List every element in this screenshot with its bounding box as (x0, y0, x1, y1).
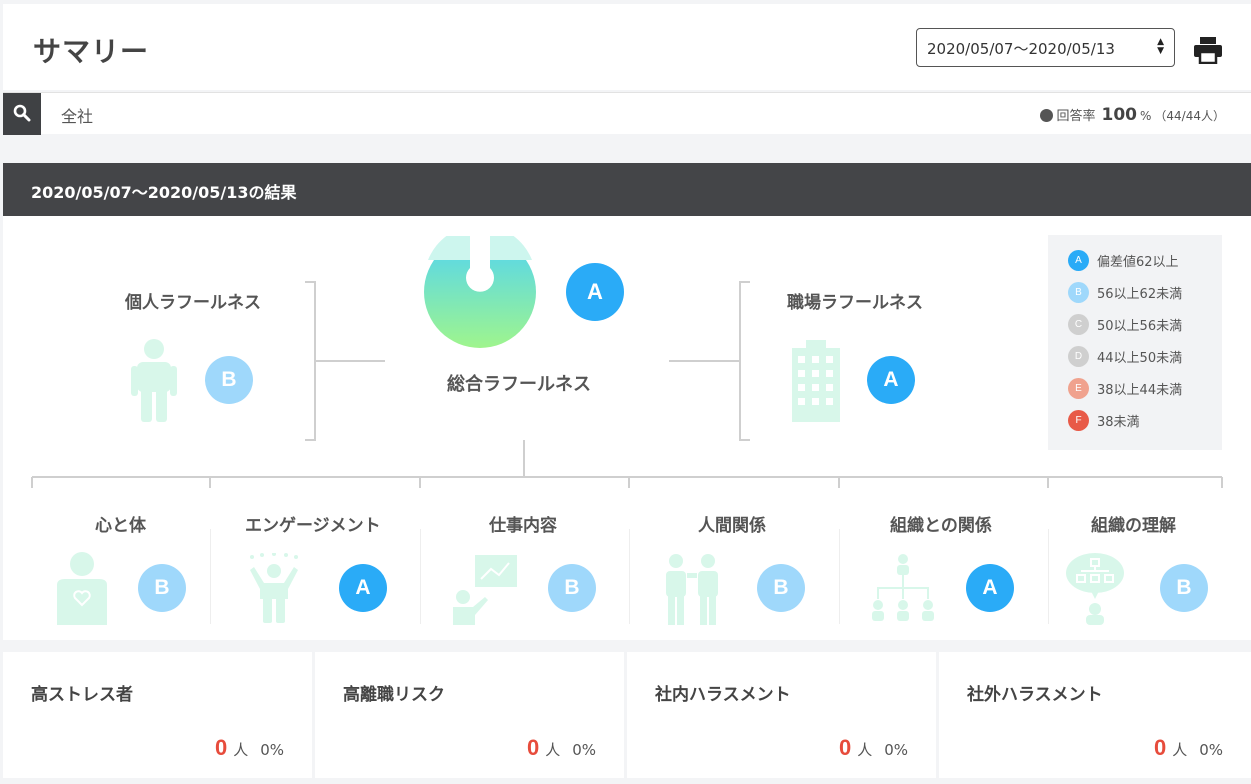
date-range-select[interactable]: 2020/05/07〜2020/05/13 ▲ ▼ (916, 28, 1175, 67)
overall-label: 総合ラフールネス (447, 374, 591, 395)
category-grade-badge: A (339, 564, 387, 612)
page-header: サマリー 2020/05/07〜2020/05/13 ▲ ▼ (3, 4, 1251, 90)
risk-card-title: 高ストレス者 (31, 685, 133, 705)
presentation-icon (453, 555, 517, 625)
person-icon (131, 339, 177, 422)
personal-label: 個人ラフールネス (125, 293, 261, 313)
risk-card-value: 0 人 0% (1154, 735, 1223, 761)
building-icon (792, 340, 840, 422)
workplace-label: 職場ラフールネス (787, 293, 923, 313)
risk-card-internal-harassment[interactable]: 社内ハラスメント 0 人 0% (627, 652, 936, 778)
page-title: サマリー (33, 35, 150, 68)
category-grade-badge: B (757, 564, 805, 612)
category-divider (839, 529, 840, 624)
legend-text: 38未満 (1097, 415, 1140, 430)
legend-grade-badge: D (1068, 346, 1089, 367)
category-grade-badge: A (966, 564, 1014, 612)
legend-text: 44以上50未満 (1097, 351, 1183, 366)
result-section-title: 2020/05/07〜2020/05/13の結果 (3, 163, 1251, 216)
category-divider (629, 529, 630, 624)
category-label-org-relation: 組織との関係 (890, 516, 992, 536)
risk-percent: 0% (884, 741, 908, 759)
legend-grade-badge: F (1068, 410, 1089, 431)
risk-count: 0 (526, 735, 540, 760)
select-arrows-icon: ▲ ▼ (1157, 37, 1164, 56)
category-grade-badge: B (1160, 564, 1208, 612)
risk-card-title: 高離職リスク (343, 685, 445, 705)
cheering-person-icon (250, 553, 298, 623)
category-divider (420, 529, 421, 624)
result-panel: 個人ラフールネス B A 総合ラフールネス 職場ラフールネス A A 偏差値62… (3, 216, 1251, 640)
risk-percent: 0% (572, 741, 596, 759)
response-rate-value: 100 (1101, 105, 1138, 125)
risk-percent: 0% (1199, 741, 1223, 759)
search-icon (13, 104, 31, 122)
legend-grade-badge: C (1068, 314, 1089, 335)
risk-count: 0 (838, 735, 852, 760)
risk-unit: 人 (545, 741, 561, 759)
category-label-engagement: エンゲージメント (245, 516, 381, 536)
risk-percent: 0% (260, 741, 284, 759)
response-count: （44/44人） (1154, 109, 1225, 123)
risk-card-high-stress[interactable]: 高ストレス者 0 人 0% (3, 652, 312, 778)
risk-card-title: 社内ハラスメント (655, 685, 791, 705)
grade-legend: A 偏差値62以上 B 56以上62未満 C 50以上56未満 D 44以上50… (1048, 235, 1222, 450)
legend-item: D 44以上50未満 (1068, 346, 1182, 367)
category-label-work-content: 仕事内容 (489, 516, 557, 536)
risk-unit: 人 (857, 741, 873, 759)
search-button[interactable] (3, 93, 41, 135)
legend-item: C 50以上56未満 (1068, 314, 1182, 335)
filter-bar: 全社 回答率 100 % （44/44人） (3, 92, 1251, 135)
department-filter[interactable]: 全社 (61, 103, 93, 127)
category-label-mind-body: 心と体 (95, 516, 146, 536)
risk-card-external-harassment[interactable]: 社外ハラスメント 0 人 0% (939, 652, 1251, 778)
overall-grade-badge: A (566, 263, 624, 321)
response-rate: 回答率 100 % （44/44人） (1040, 105, 1225, 125)
org-chart-icon (872, 554, 934, 621)
heart-body-icon (57, 552, 107, 625)
response-label: 回答率 (1056, 109, 1096, 124)
legend-item: A 偏差値62以上 (1068, 250, 1179, 271)
legend-text: 56以上62未満 (1097, 287, 1183, 302)
legend-item: B 56以上62未満 (1068, 282, 1182, 303)
overall-circle-icon (424, 236, 536, 348)
category-divider (210, 529, 211, 624)
legend-item: F 38未満 (1068, 410, 1140, 431)
risk-card-value: 0 人 0% (527, 735, 596, 761)
legend-grade-badge: A (1068, 250, 1089, 271)
risk-unit: 人 (1172, 741, 1188, 759)
print-icon[interactable] (1193, 36, 1223, 64)
risk-unit: 人 (233, 741, 249, 759)
legend-grade-badge: E (1068, 378, 1089, 399)
response-rate-unit: % (1140, 109, 1152, 123)
legend-grade-badge: B (1068, 282, 1089, 303)
category-grade-badge: B (138, 564, 186, 612)
two-people-icon (666, 554, 718, 625)
risk-count: 0 (1153, 735, 1167, 760)
risk-card-value: 0 人 0% (215, 735, 284, 761)
speech-org-icon (1066, 553, 1124, 625)
category-divider (1048, 529, 1049, 624)
legend-text: 50以上56未満 (1097, 319, 1183, 334)
category-label-org-understanding: 組織の理解 (1091, 516, 1176, 536)
risk-card-turnover[interactable]: 高離職リスク 0 人 0% (315, 652, 624, 778)
date-range-value: 2020/05/07〜2020/05/13 (927, 40, 1115, 58)
category-grade-badge: B (548, 564, 596, 612)
legend-text: 偏差値62以上 (1097, 255, 1179, 270)
risk-card-value: 0 人 0% (839, 735, 908, 761)
workplace-grade-badge: A (867, 356, 915, 404)
legend-text: 38以上44未満 (1097, 383, 1183, 398)
category-label-relationships: 人間関係 (698, 516, 766, 536)
response-icon (1040, 108, 1054, 122)
personal-grade-badge: B (205, 356, 253, 404)
legend-item: E 38以上44未満 (1068, 378, 1182, 399)
risk-card-title: 社外ハラスメント (967, 685, 1103, 705)
risk-count: 0 (214, 735, 228, 760)
